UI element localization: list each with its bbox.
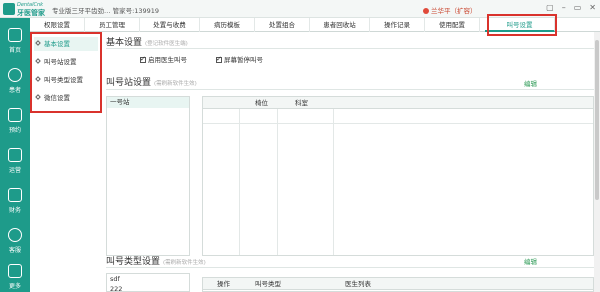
tab-treatment-fees[interactable]: 处置与收费 bbox=[140, 18, 200, 32]
divider bbox=[106, 48, 594, 49]
section-hint: (登记软件医生端) bbox=[145, 41, 188, 47]
sidebar-item-patient[interactable]: 患者 bbox=[0, 62, 30, 96]
column-header: 叫号类型 bbox=[255, 280, 281, 288]
settings-content: 基本设置(登记软件医生端) 启用医生叫号 屏幕暂停叫号 叫号站设置(需刷新软件生… bbox=[102, 32, 600, 292]
grid-line bbox=[203, 123, 593, 124]
user-status-icon bbox=[423, 8, 429, 14]
station-list: 一号站 bbox=[106, 96, 190, 256]
home-icon bbox=[8, 28, 22, 42]
submenu-label: 基本设置 bbox=[44, 40, 70, 48]
maximize-button[interactable]: ▭ bbox=[574, 3, 582, 13]
sidebar-item-finance[interactable]: 财务 bbox=[0, 182, 30, 216]
user-icon bbox=[8, 68, 22, 82]
screen-pause-checkbox[interactable]: 屏幕暂停叫号 bbox=[216, 54, 263, 64]
sidebar-label: 预约 bbox=[8, 127, 21, 134]
sidebar-label: 财务 bbox=[8, 207, 21, 214]
list-item[interactable]: 一号站 bbox=[107, 97, 189, 108]
service-icon bbox=[8, 228, 22, 242]
submenu-station[interactable]: 叫号站设置 bbox=[35, 55, 77, 69]
list-item[interactable]: sdf bbox=[110, 275, 120, 283]
app-logo: DentalCnk 牙医管家 bbox=[3, 2, 45, 17]
table-header: 操作 叫号类型 医生列表 bbox=[203, 278, 593, 290]
sidebar-label: 更多 bbox=[8, 283, 21, 290]
submenu-label: 叫号类型设置 bbox=[44, 76, 83, 84]
sidebar-label: 患者 bbox=[8, 87, 21, 94]
sidebar-item-service[interactable]: 客服 bbox=[0, 222, 30, 256]
tab-treatment-combos[interactable]: 处置组合 bbox=[255, 18, 310, 32]
restore-icon[interactable]: ▢ bbox=[546, 3, 554, 13]
tab-operation-log[interactable]: 操作记录 bbox=[370, 18, 425, 32]
table-header: 椅位 科室 bbox=[203, 97, 593, 109]
checkbox-label: 启用医生叫号 bbox=[148, 56, 187, 64]
column-header: 医生列表 bbox=[345, 280, 371, 288]
close-button[interactable]: ✕ bbox=[589, 3, 596, 13]
column-header: 操作 bbox=[217, 280, 230, 288]
divider bbox=[106, 267, 594, 268]
window-controls: ▢ – ▭ ✕ bbox=[546, 3, 596, 13]
settings-submenu: 基本设置 叫号站设置 叫号类型设置 微信设置 bbox=[30, 32, 102, 113]
diamond-icon bbox=[35, 40, 41, 46]
column-header: 科室 bbox=[295, 99, 308, 107]
finance-icon bbox=[8, 188, 22, 202]
minimize-button[interactable]: – bbox=[562, 3, 566, 13]
checkbox-label: 屏幕暂停叫号 bbox=[224, 56, 263, 64]
station-edit-link[interactable]: 编辑 bbox=[524, 78, 537, 88]
calendar-icon bbox=[8, 108, 22, 122]
user-name: 兰华平（扩容） bbox=[431, 7, 477, 15]
divider bbox=[106, 89, 594, 90]
grid-line bbox=[333, 109, 334, 255]
sidebar-label: 客服 bbox=[8, 247, 21, 254]
logo-title: 牙医管家 bbox=[17, 9, 45, 17]
checkbox-icon bbox=[140, 55, 146, 63]
sidebar-item-more[interactable]: 更多 bbox=[0, 258, 30, 292]
sidebar-item-operation[interactable]: 运营 bbox=[0, 142, 30, 176]
checkbox-icon bbox=[216, 55, 222, 63]
grid-line bbox=[277, 109, 278, 255]
basic-settings-title: 基本设置 (登记软件医生端) bbox=[106, 35, 188, 48]
chart-icon bbox=[8, 148, 22, 162]
submenu-wechat[interactable]: 微信设置 bbox=[35, 91, 70, 105]
station-settings-title: 叫号站设置 (需刷新软件生效) bbox=[106, 75, 197, 88]
submenu-label: 叫号站设置 bbox=[44, 58, 77, 66]
section-title-text: 基本设置 bbox=[106, 38, 143, 48]
section-hint: (需刷新软件生效) bbox=[154, 81, 197, 87]
sidebar-label: 首页 bbox=[8, 47, 21, 54]
call-type-settings-title: 叫号类型设置 (需刷新软件生效) bbox=[106, 254, 206, 267]
tooth-logo-icon bbox=[3, 3, 15, 15]
user-menu[interactable]: 兰华平（扩容） bbox=[423, 5, 477, 15]
submenu-label: 微信设置 bbox=[44, 94, 70, 102]
clinic-info: 专业版三牙平齿劲… 管家号:139919 bbox=[52, 7, 160, 15]
section-title-text: 叫号类型设置 bbox=[106, 257, 161, 267]
tab-record-templates[interactable]: 病历模板 bbox=[200, 18, 255, 32]
tab-permissions[interactable]: 权限设置 bbox=[30, 18, 85, 32]
column-header: 椅位 bbox=[255, 99, 268, 107]
submenu-basic[interactable]: 基本设置 bbox=[34, 37, 98, 51]
call-type-table: 操作 叫号类型 医生列表 bbox=[202, 277, 594, 292]
tab-staff[interactable]: 员工管理 bbox=[85, 18, 140, 32]
sidebar: 首页 患者 预约 运营 财务 客服 更多 bbox=[0, 18, 30, 292]
list-item[interactable]: 222 bbox=[110, 285, 122, 292]
submenu-call-type[interactable]: 叫号类型设置 bbox=[35, 73, 83, 87]
station-table: 椅位 科室 bbox=[202, 96, 594, 256]
tab-patient-recycle[interactable]: 患者回收站 bbox=[310, 18, 370, 32]
sidebar-item-appointment[interactable]: 预约 bbox=[0, 102, 30, 136]
diamond-icon bbox=[35, 58, 41, 64]
call-type-edit-link[interactable]: 编辑 bbox=[524, 256, 537, 266]
grid-line bbox=[239, 109, 240, 255]
call-type-list: sdf 222 bbox=[106, 273, 190, 292]
diamond-icon bbox=[35, 94, 41, 100]
more-icon bbox=[8, 264, 22, 278]
scrollbar-thumb[interactable] bbox=[595, 40, 599, 200]
section-title-text: 叫号站设置 bbox=[106, 78, 152, 88]
section-hint: (需刷新软件生效) bbox=[163, 260, 206, 266]
doctor-call-checkbox[interactable]: 启用医生叫号 bbox=[140, 54, 187, 64]
tab-usage-config[interactable]: 使用配置 bbox=[425, 18, 480, 32]
sidebar-label: 运营 bbox=[8, 167, 21, 174]
diamond-icon bbox=[35, 76, 41, 82]
sidebar-item-home[interactable]: 首页 bbox=[0, 22, 30, 56]
